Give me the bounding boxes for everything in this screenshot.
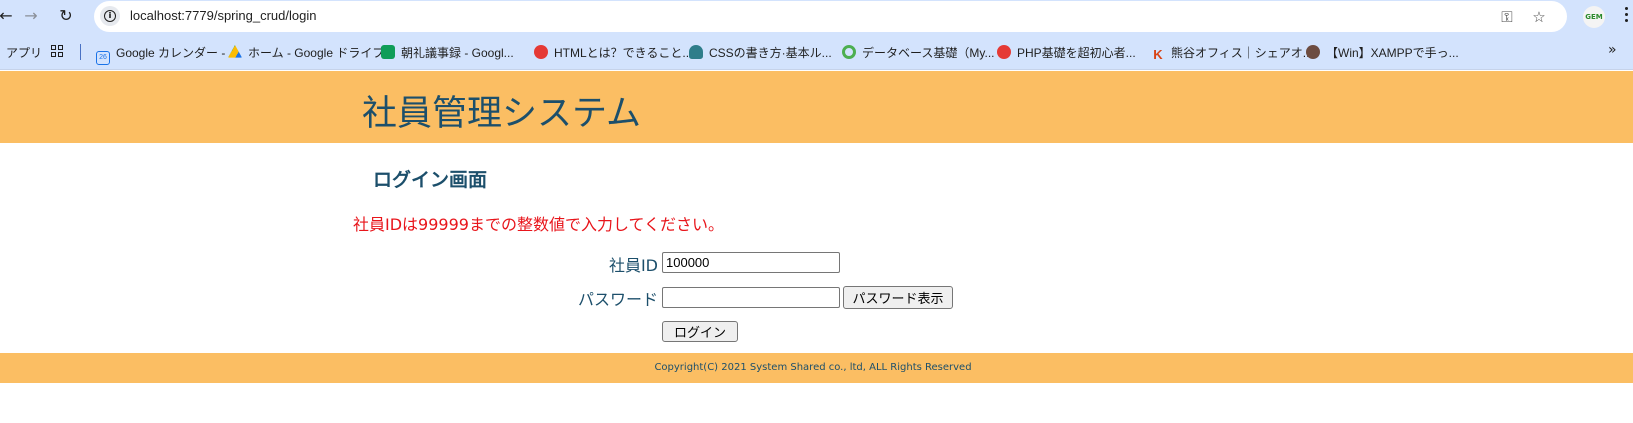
bookmark-google-drive[interactable]: ホーム - Google ドライブ — [228, 44, 384, 61]
copyright-text: Copyright(C) 2021 System Shared co., ltd… — [654, 362, 972, 373]
calendar-icon: 26 — [96, 51, 110, 65]
employee-id-label: 社員ID — [608, 256, 658, 275]
employee-id-input[interactable] — [662, 252, 840, 273]
url-text[interactable]: localhost:7779/spring_crud/login — [130, 8, 316, 23]
forward-icon[interactable]: → — [21, 6, 41, 26]
error-message: 社員IDは99999までの整数値で入力してください。 — [353, 215, 724, 234]
apps-grid-icon[interactable] — [51, 45, 64, 58]
profile-avatar[interactable]: GEM — [1583, 6, 1605, 28]
sheets-icon — [381, 45, 395, 59]
swirl-icon — [997, 45, 1011, 59]
bookmark-star-icon[interactable]: ☆ — [1529, 7, 1549, 27]
browser-toolbar: ← → ↻ i localhost:7779/spring_crud/login… — [0, 0, 1633, 32]
show-password-button[interactable]: パスワード表示 — [843, 286, 953, 309]
browser-menu-icon[interactable] — [1619, 4, 1633, 28]
login-button[interactable]: ログイン — [662, 321, 738, 342]
bookmark-sheets[interactable]: 朝礼議事録 - Googl... — [381, 44, 514, 61]
password-key-icon[interactable]: ⚿ — [1497, 7, 1517, 27]
back-icon[interactable]: ← — [0, 6, 16, 26]
password-input[interactable] — [662, 287, 840, 308]
q-icon — [842, 45, 856, 59]
bookmarks-separator — [80, 44, 81, 60]
bookmarks-bar: アプリ 26 Google カレンダー - ホーム - Google ドライブ 朝… — [0, 32, 1633, 70]
k-icon: K — [1153, 47, 1163, 62]
bookmark-google-calendar[interactable]: 26 Google カレンダー - — [96, 44, 225, 65]
page-title: ログイン画面 — [373, 169, 488, 191]
bookmark-html[interactable]: HTMLとは？できること... — [534, 44, 692, 61]
site-header: 社員管理システム — [0, 71, 1633, 143]
bookmark-css[interactable]: CSSの書き方·基本ル... — [689, 44, 832, 61]
bookmark-php[interactable]: PHP基礎を超初心者... — [997, 44, 1136, 61]
site-info-icon[interactable]: i — [100, 6, 120, 26]
bookmark-xampp[interactable]: 【Win】XAMPPで手っ... — [1306, 44, 1459, 61]
eyes-icon — [689, 45, 703, 59]
site-footer: Copyright(C) 2021 System Shared co., ltd… — [0, 353, 1633, 383]
swirl-icon — [534, 45, 548, 59]
bookmark-office[interactable]: K 熊谷オフィス｜シェアオ... — [1151, 44, 1312, 62]
bookmark-database[interactable]: データベース基礎（My... — [842, 44, 995, 61]
drive-icon — [228, 45, 242, 58]
avatar-icon — [1306, 45, 1320, 59]
bookmark-apps[interactable]: アプリ — [6, 44, 42, 61]
site-title: 社員管理システム — [362, 94, 641, 134]
reload-icon[interactable]: ↻ — [56, 6, 76, 26]
chevron-more-icon[interactable]: » — [1608, 42, 1617, 58]
address-bar[interactable]: i localhost:7779/spring_crud/login ⚿ ☆ — [94, 1, 1567, 32]
password-label: パスワード — [577, 290, 658, 309]
